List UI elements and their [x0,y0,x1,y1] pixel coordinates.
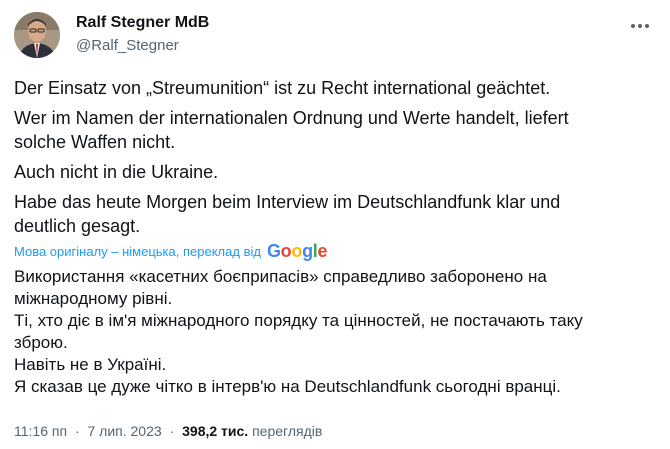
tweet-text-translation: Використання «касетних боєприпасів» спра… [14,266,654,398]
more-horizontal-icon [631,24,635,28]
author-handle[interactable]: @Ralf_Stegner [76,36,209,56]
author-display-name[interactable]: Ralf Stegner MdB [76,12,209,34]
original-line: Der Einsatz von „Streumunition“ ist zu R… [14,78,551,98]
translation-notice: Мова оригіналу – німецька, переклад від … [14,240,327,262]
translated-line: Навіть не в Україні. [14,355,167,374]
original-line: Wer im Namen der internationalen Ordnung… [14,108,569,128]
original-line: solche Waffen nicht. [14,132,176,152]
original-line: deutlich gesagt. [14,216,141,236]
meta-separator: · [74,423,80,439]
translated-line: зброю. [14,333,68,352]
tweet-header: Ralf Stegner MdB @Ralf_Stegner [14,10,656,58]
author-names: Ralf Stegner MdB @Ralf_Stegner [76,12,209,56]
views-label: переглядів [252,423,323,439]
original-line: Auch nicht in die Ukraine. [14,162,219,182]
tweet-date-link[interactable]: 7 лип. 2023 [88,423,162,439]
original-line: Habe das heute Morgen beim Interview im … [14,192,561,212]
tweet-meta: 11:16 пп · 7 лип. 2023 · 398,2 тис. пере… [14,422,322,440]
meta-separator: · [169,423,175,439]
more-horizontal-icon-dot [638,24,642,28]
tweet-card: Ralf Stegner MdB @Ralf_Stegner Der Einsa… [0,0,670,449]
more-horizontal-icon-dot [645,24,649,28]
tweet-text-original: Der Einsatz von „Streumunition“ ist zu R… [14,76,644,238]
translated-line: Використання «касетних боєприпасів» спра… [14,267,547,286]
views-count: 398,2 тис. [182,423,249,439]
translation-notice-link[interactable]: Мова оригіналу – німецька, переклад від [14,244,261,259]
more-options-button[interactable] [626,16,654,36]
translated-line: міжнародному рівні. [14,289,173,308]
avatar[interactable] [14,12,60,58]
tweet-time-link[interactable]: 11:16 пп [14,423,67,439]
translated-line: Я сказав це дуже чітко в інтерв'ю на Deu… [14,377,561,396]
translated-line: Ті, хто діє в ім'я міжнародного порядку … [14,311,583,330]
google-logo: Google [266,241,328,261]
